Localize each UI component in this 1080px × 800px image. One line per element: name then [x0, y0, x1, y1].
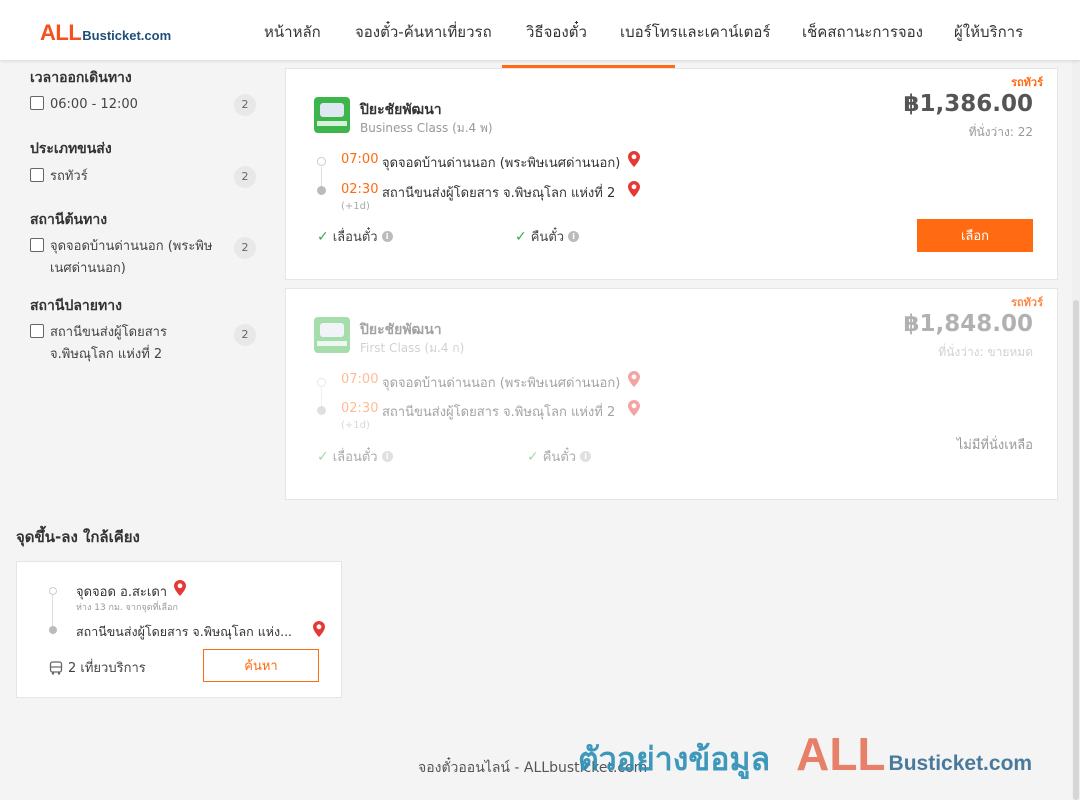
ticket-price: ฿1,386.00 — [903, 91, 1034, 117]
bus-class: First Class (ม.4 ก) — [360, 341, 465, 355]
nav-home[interactable]: หน้าหลัก — [264, 20, 321, 44]
next-day-label: (+1d) — [341, 201, 370, 212]
nearby-route-card: จุดจอด อ.สะเดา ห่าง 13 กม. จากจุดที่เลือ… — [16, 561, 342, 698]
filter-count-badge: 2 — [234, 94, 256, 116]
filter-checkbox-destination[interactable] — [30, 324, 44, 338]
bus-icon — [49, 660, 63, 675]
feature-reschedule: ✓ เลื่อนตั๋ว i — [317, 446, 393, 467]
nav-operators[interactable]: ผู้ให้บริการ — [954, 20, 1023, 44]
filter-checkbox-origin[interactable] — [30, 238, 44, 252]
operator-logo — [314, 317, 350, 353]
result-card: รถทัวร์ ปิยะชัยพัฒนา First Class (ม.4 ก)… — [285, 288, 1058, 500]
map-pin-icon[interactable] — [628, 181, 640, 197]
seats-available: ที่นั่งว่าง: ขายหมด — [938, 345, 1033, 359]
depart-time: 07:00 — [341, 152, 379, 167]
arrive-dot — [317, 186, 326, 195]
select-button[interactable]: เลือก — [917, 219, 1033, 252]
feature-reschedule-label: เลื่อนตั๋ว — [332, 230, 378, 245]
timeline-line — [52, 595, 53, 629]
filter-title-destination: สถานีปลายทาง — [30, 298, 122, 314]
arrive-time: 02:30 — [341, 401, 379, 416]
operator-name: ปิยะชัยพัฒนา — [360, 102, 442, 118]
footer-text: จองตั๋วออนไลน์ - ALLbusticket.com — [418, 760, 648, 776]
transport-tag: รถทัวร์ — [1011, 296, 1043, 309]
info-icon[interactable]: i — [568, 231, 580, 242]
logo-all-text: ALL — [40, 20, 82, 45]
watermark-logo-rest: Busticket.com — [888, 752, 1033, 775]
scrollbar-thumb[interactable] — [1073, 300, 1079, 800]
map-pin-icon[interactable] — [628, 400, 640, 416]
timeline-line — [321, 388, 322, 408]
check-icon: ✓ — [317, 228, 329, 245]
depart-dot — [317, 378, 326, 387]
feature-reschedule-label: เลื่อนตั๋ว — [332, 450, 378, 465]
nearby-trips-label: 2 เที่ยวบริการ — [68, 661, 146, 676]
depart-dot — [317, 157, 326, 166]
depart-stop: จุดจอดบ้านด่านนอก (พระพิษเนศด่านนอก) — [382, 156, 621, 171]
map-pin-icon[interactable] — [628, 151, 640, 167]
feature-reschedule: ✓ เลื่อนตั๋ว i — [317, 226, 393, 247]
ticket-price: ฿1,848.00 — [903, 311, 1034, 337]
feature-refund: ✓ คืนตั๋ว i — [515, 226, 580, 247]
seats-available: ที่นั่งว่าง: 22 — [968, 125, 1033, 139]
nearby-section-title: จุดขึ้น-ลง ใกล้เคียง — [16, 528, 140, 546]
from-dot — [49, 587, 57, 595]
filter-label-destination: สถานีขนส่งผู้โดยสาร จ.พิษณุโลก แห่งที่ 2 — [50, 325, 167, 362]
feature-refund-label: คืนตั๋ว — [542, 450, 577, 465]
result-card: รถทัวร์ ปิยะชัยพัฒนา Business Class (ม.4… — [285, 68, 1058, 280]
info-icon[interactable]: i — [381, 231, 393, 242]
next-day-label: (+1d) — [341, 420, 370, 431]
check-icon: ✓ — [317, 448, 329, 465]
site-logo[interactable]: ALL Busticket.com — [40, 20, 171, 46]
filter-checkbox-time[interactable] — [30, 96, 44, 110]
depart-time: 07:00 — [341, 372, 379, 387]
page-scrollbar[interactable] — [1072, 0, 1080, 800]
nearby-search-button[interactable]: ค้นหา — [203, 649, 319, 682]
feature-refund-label: คืนตั๋ว — [530, 230, 565, 245]
nav-phone-counters[interactable]: เบอร์โทรและเคาน์เตอร์ — [620, 20, 770, 44]
filter-title-origin: สถานีต้นทาง — [30, 212, 108, 228]
transport-tag: รถทัวร์ — [1011, 76, 1043, 89]
filter-count-badge: 2 — [234, 237, 256, 259]
logo-rest-text: Busticket.com — [82, 28, 172, 43]
filter-count-badge: 2 — [234, 166, 256, 188]
filter-label-origin: จุดจอดบ้านด่านนอก (พระพิษเนศด่านนอก) — [50, 239, 213, 276]
arrive-time: 02:30 — [341, 182, 379, 197]
watermark-logo-all: ALL — [796, 728, 886, 780]
to-dot — [49, 626, 57, 634]
feature-refund: ✓ คืนตั๋ว i — [527, 446, 592, 467]
nearby-trips: 2 เที่ยวบริการ — [49, 657, 146, 678]
info-icon[interactable]: i — [381, 451, 393, 462]
filter-label-time: 06:00 - 12:00 — [50, 97, 138, 112]
bus-class: Business Class (ม.4 พ) — [360, 121, 493, 135]
sold-out-status: ไม่มีที่นั่งเหลือ — [956, 438, 1033, 453]
filter-label-transport: รถทัวร์ — [50, 169, 88, 184]
arrive-dot — [317, 406, 326, 415]
operator-name: ปิยะชัยพัฒนา — [360, 322, 442, 338]
filter-title-transport-type: ประเภทขนส่ง — [30, 141, 112, 157]
nearby-to-stop: สถานีขนส่งผู้โดยสาร จ.พิษณุโลก แห่ง... — [76, 624, 293, 639]
top-header: ALL Busticket.com หน้าหลัก จองตั๋ว-ค้นหา… — [0, 0, 1080, 60]
timeline-line — [321, 167, 322, 187]
map-pin-icon[interactable] — [628, 371, 640, 387]
nearby-from-stop: จุดจอด อ.สะเดา — [76, 585, 168, 600]
arrive-stop: สถานีขนส่งผู้โดยสาร จ.พิษณุโลก แห่งที่ 2 — [382, 186, 616, 201]
nearby-distance: ห่าง 13 กม. จากจุดที่เลือก — [76, 603, 178, 613]
check-icon: ✓ — [515, 228, 527, 245]
map-pin-icon[interactable] — [313, 621, 325, 637]
filter-count-badge: 2 — [234, 324, 256, 346]
nav-booking-status[interactable]: เช็คสถานะการจอง — [802, 20, 923, 44]
info-icon[interactable]: i — [580, 451, 592, 462]
nav-book-search[interactable]: จองตั๋ว-ค้นหาเที่ยวรถ — [355, 20, 492, 44]
check-icon: ✓ — [527, 448, 539, 465]
depart-stop: จุดจอดบ้านด่านนอก (พระพิษเนศด่านนอก) — [382, 376, 621, 391]
filter-checkbox-transport[interactable] — [30, 168, 44, 182]
filter-title-departure-time: เวลาออกเดินทาง — [30, 70, 132, 86]
nav-how-to-book[interactable]: วิธีจองตั๋ว — [526, 20, 587, 44]
map-pin-icon[interactable] — [174, 580, 186, 596]
operator-logo — [314, 97, 350, 133]
arrive-stop: สถานีขนส่งผู้โดยสาร จ.พิษณุโลก แห่งที่ 2 — [382, 405, 616, 420]
